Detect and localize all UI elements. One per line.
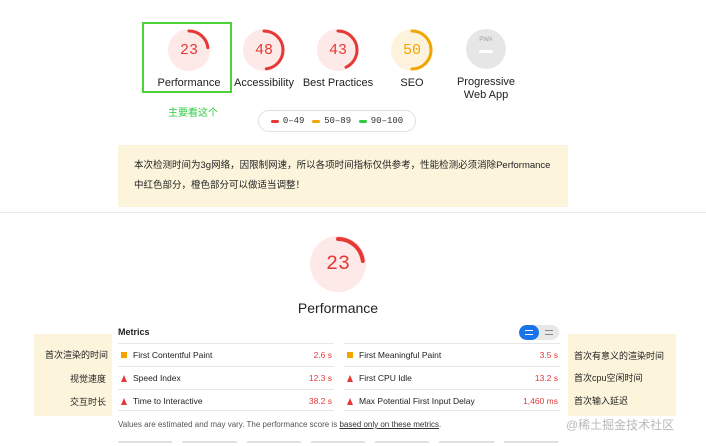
- score-value: 50: [402, 41, 421, 59]
- gauge-accessibility[interactable]: 48 Accessibility: [227, 28, 301, 90]
- list-compact-icon: [525, 330, 533, 335]
- metrics-title: Metrics: [118, 327, 150, 337]
- footnote-suffix: .: [439, 420, 442, 429]
- triangle-fail-icon: [118, 374, 130, 382]
- pass-bar-icon: [358, 119, 367, 123]
- category-label: Progressive Web App: [447, 76, 525, 102]
- pwa-icon: [466, 29, 506, 69]
- category-label-line2: Web App: [463, 89, 509, 101]
- notice-line-2: 中红色部分，橙色部分可以做适当调整！: [134, 180, 306, 191]
- category-label: Accessibility: [234, 77, 294, 89]
- notice-box: 本次检测时间为3g网络，因限制网速，所以各项时间指标仅供参考，性能检测必须消除P…: [118, 145, 568, 207]
- section-divider: [0, 212, 706, 213]
- pwa-badge: PWA: [465, 28, 507, 70]
- metric-row[interactable]: First Contentful Paint 2.6 s: [118, 343, 334, 366]
- score-ring: 48: [242, 28, 286, 72]
- metric-name: Time to Interactive: [133, 396, 203, 406]
- score-value: 23: [325, 252, 350, 276]
- metrics-divider: [118, 410, 334, 411]
- legend-label: 0–49: [282, 116, 305, 126]
- metric-name: Speed Index: [133, 373, 181, 383]
- gauge-pwa[interactable]: PWA Progressive Web App: [447, 28, 525, 102]
- score-ring: 23: [309, 235, 367, 293]
- list-expanded-icon: [545, 330, 553, 335]
- metric-value: 3.5 s: [539, 350, 558, 360]
- expanded-view-toggle[interactable]: [539, 325, 559, 340]
- metric-name: First Contentful Paint: [133, 350, 213, 360]
- metric-value: 12.3 s: [308, 373, 332, 383]
- metric-value: 13.2 s: [534, 373, 558, 383]
- metric-name: First CPU Idle: [359, 373, 412, 383]
- metric-row[interactable]: Max Potential First Input Delay 1,460 ms: [344, 389, 560, 412]
- annotation-panel-left: 首次渲染的时间 视觉速度 交互时长: [34, 334, 112, 416]
- view-toggle[interactable]: [519, 325, 559, 340]
- legend-item-average: 50–89: [312, 116, 351, 126]
- metrics-footnote: Values are estimated and may vary. The p…: [118, 420, 441, 429]
- annotation-label: 视觉速度: [69, 374, 106, 384]
- notice-line-1: 本次检测时间为3g网络，因限制网速，所以各项时间指标仅供参考，性能检测必须消除P…: [134, 160, 551, 171]
- gauge-seo[interactable]: 50 SEO: [380, 28, 444, 90]
- footnote-text: Values are estimated and may vary. The p…: [118, 420, 340, 429]
- pwa-badge-text: PWA: [479, 37, 493, 43]
- metric-value: 38.2 s: [308, 396, 332, 406]
- metric-name: First Meaningful Paint: [359, 350, 442, 360]
- bottom-cutoff-items: [118, 441, 558, 446]
- score-value: 43: [328, 41, 347, 59]
- highlight-note: 主要看这个: [168, 108, 218, 119]
- legend-label: 90–100: [370, 116, 404, 126]
- metric-row[interactable]: First CPU Idle 13.2 s: [344, 366, 560, 389]
- annotation-label: 首次渲染的时间: [44, 350, 108, 360]
- square-average-icon: [118, 352, 130, 358]
- annotation-label: 首次输入延迟: [574, 396, 629, 406]
- legend-label: 50–89: [324, 116, 352, 126]
- fail-bar-icon: [270, 119, 279, 123]
- score-ring: 50: [390, 28, 434, 72]
- score-ring: 43: [316, 28, 360, 72]
- highlight-box: [142, 22, 232, 93]
- category-label-line1: Progressive: [456, 76, 516, 88]
- metric-name: Max Potential First Input Delay: [359, 396, 475, 406]
- metric-value: 1,460 ms: [523, 396, 558, 406]
- main-performance-gauge: 23: [309, 235, 367, 293]
- watermark: @稀土掘金技术社区: [566, 418, 675, 432]
- category-label: SEO: [400, 77, 424, 89]
- metric-row[interactable]: Time to Interactive 38.2 s: [118, 389, 334, 412]
- annotation-panel-right: 首次有意义的渲染时间 首次cpu空闲时间 首次输入延迟: [568, 334, 676, 416]
- metrics-divider: [344, 410, 560, 411]
- legend-item-pass: 90–100: [358, 116, 404, 126]
- gauge-best-practices[interactable]: 43 Best Practices: [299, 28, 377, 90]
- metric-row[interactable]: Speed Index 12.3 s: [118, 366, 334, 389]
- annotation-label: 首次有意义的渲染时间: [574, 351, 665, 361]
- metric-row[interactable]: First Meaningful Paint 3.5 s: [344, 343, 560, 366]
- main-gauge-label: Performance: [297, 300, 379, 316]
- legend-item-fail: 0–49: [270, 116, 305, 126]
- triangle-fail-icon: [344, 397, 356, 405]
- annotation-label: 首次cpu空闲时间: [574, 373, 643, 383]
- footnote-link[interactable]: based only on these metrics: [339, 420, 439, 429]
- annotation-label: 交互时长: [69, 397, 106, 407]
- square-average-icon: [344, 352, 356, 358]
- triangle-fail-icon: [118, 397, 130, 405]
- average-bar-icon: [312, 119, 321, 123]
- compact-view-toggle[interactable]: [519, 325, 539, 340]
- score-legend: 0–49 50–89 90–100: [258, 110, 416, 132]
- triangle-fail-icon: [344, 374, 356, 382]
- metric-value: 2.6 s: [313, 350, 332, 360]
- score-value: 48: [254, 41, 273, 59]
- category-label: Best Practices: [302, 77, 374, 89]
